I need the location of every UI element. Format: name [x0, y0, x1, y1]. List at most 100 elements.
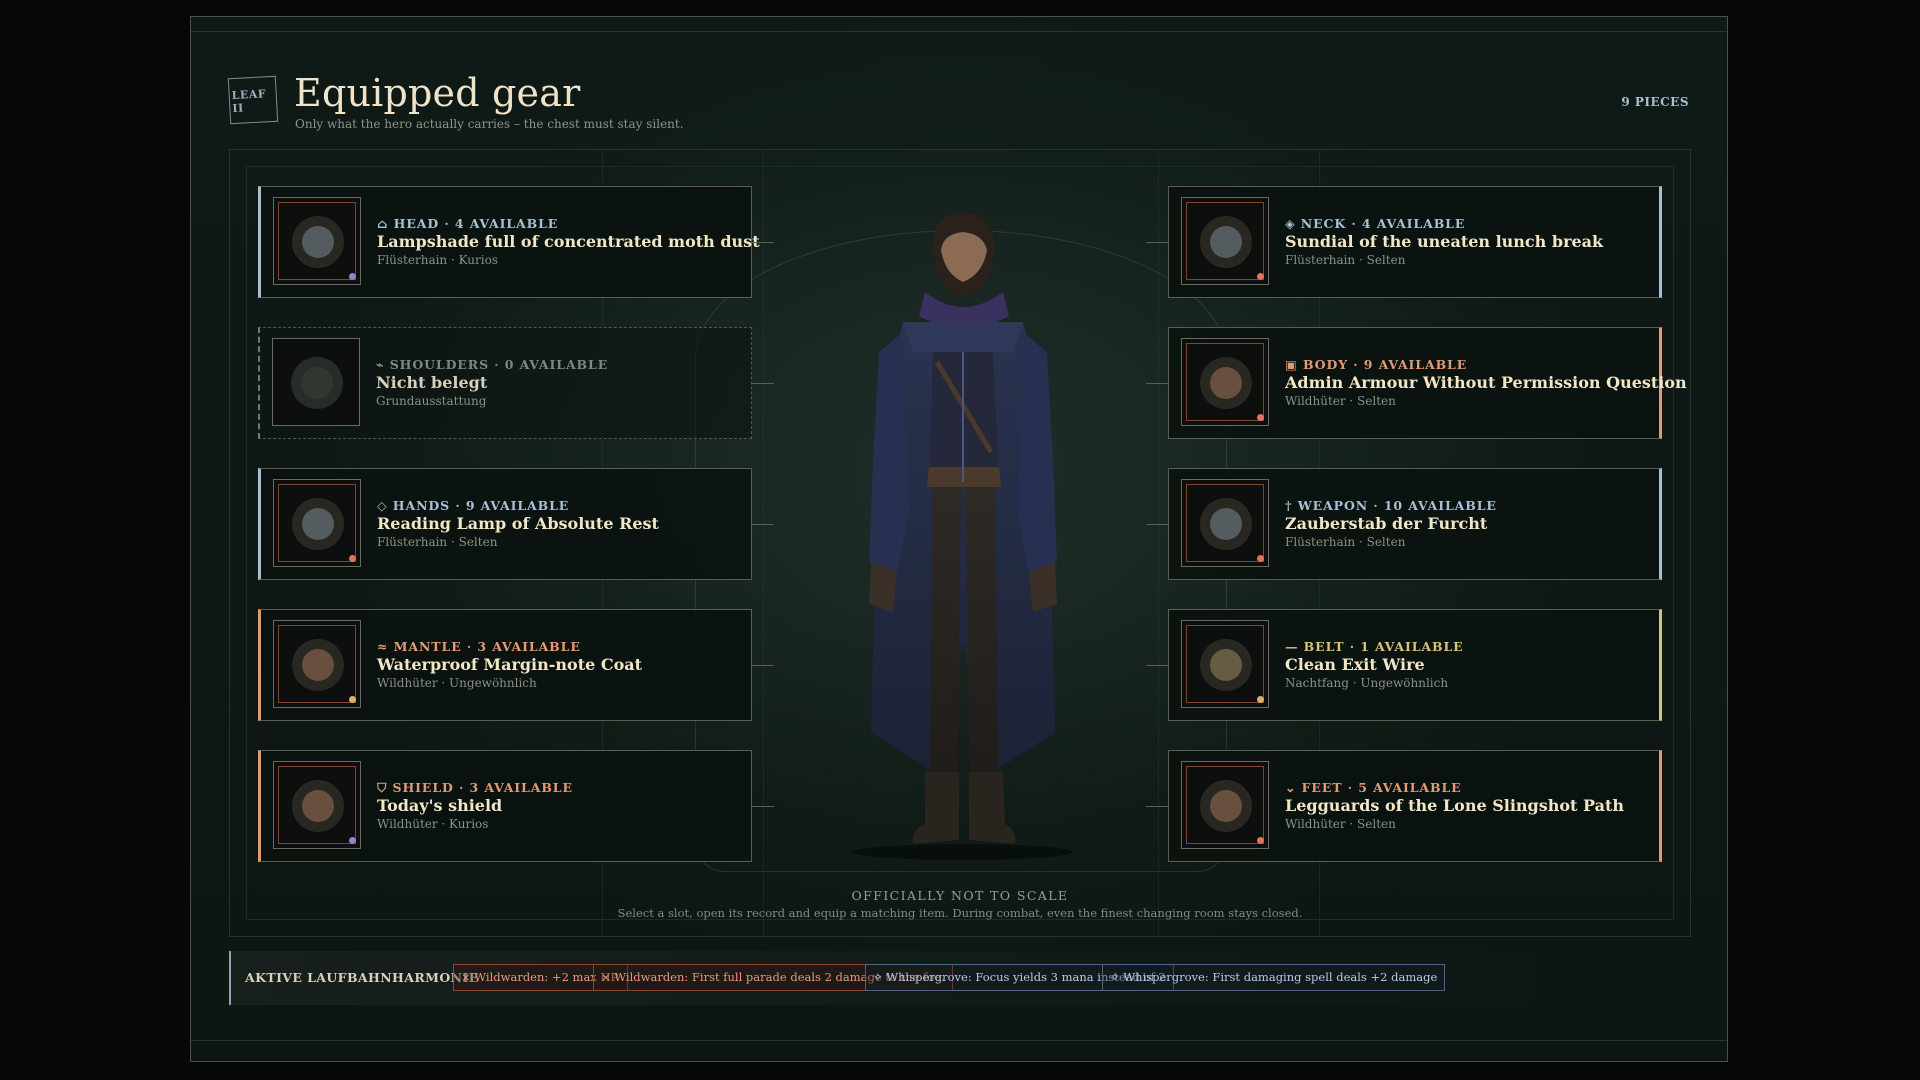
rarity-dot — [1257, 273, 1264, 280]
hero-figure — [833, 212, 1093, 862]
page-subtitle: Only what the hero actually carries – th… — [295, 117, 684, 131]
item-thumbnail — [1181, 197, 1269, 285]
slot-availability: MANTLE · 3 AVAILABLE — [393, 639, 581, 654]
stage-caption-text: Select a slot, open its record and equip… — [617, 906, 1303, 920]
slot-availability: HEAD · 4 AVAILABLE — [393, 216, 559, 231]
slot-type-icon: ≈ — [377, 639, 389, 654]
slot-connector — [752, 242, 774, 243]
weapon-item-icon — [1200, 498, 1252, 550]
item-meta: Wildhüter · Selten — [1285, 394, 1396, 408]
rarity-dot — [349, 837, 356, 844]
slot-availability: NECK · 4 AVAILABLE — [1300, 216, 1466, 231]
slot-connector — [1146, 524, 1168, 525]
slot-label: ≈ MANTLE · 3 AVAILABLE — [377, 639, 581, 654]
rarity-dot — [349, 273, 356, 280]
head-item-icon — [292, 216, 344, 268]
feet-item-icon — [1200, 780, 1252, 832]
harmony-label: AKTIVE LAUFBAHNHARMONIE — [245, 970, 479, 985]
rarity-dot — [1257, 837, 1264, 844]
slot-card-hands[interactable]: ◇ HANDS · 9 AVAILABLE Reading Lamp of Ab… — [258, 468, 752, 580]
slot-connector — [1146, 383, 1168, 384]
item-name: Waterproof Margin-note Coat — [377, 655, 643, 674]
slot-type-icon: — — [1285, 639, 1299, 654]
item-name: Reading Lamp of Absolute Rest — [377, 514, 659, 533]
shield-item-icon — [292, 780, 344, 832]
slot-availability: BELT · 1 AVAILABLE — [1303, 639, 1464, 654]
slot-label: ◈ NECK · 4 AVAILABLE — [1285, 216, 1465, 231]
hero-silhouette-icon — [853, 212, 1073, 860]
slot-label: ⌁ SHOULDERS · 0 AVAILABLE — [376, 357, 608, 372]
item-thumbnail — [1181, 761, 1269, 849]
item-meta: Flüsterhain · Kurios — [377, 253, 498, 267]
shoulders-item-icon — [291, 357, 343, 409]
slot-connector — [1146, 806, 1168, 807]
slot-type-icon: ⌂ — [377, 216, 389, 231]
slot-availability: FEET · 5 AVAILABLE — [1301, 780, 1462, 795]
slot-type-icon: ⌁ — [376, 357, 385, 372]
neck-item-icon — [1200, 216, 1252, 268]
slot-card-shoulders[interactable]: ⌁ SHOULDERS · 0 AVAILABLE Nicht belegt G… — [258, 327, 752, 439]
slot-connector — [1146, 665, 1168, 666]
slot-card-head[interactable]: ⌂ HEAD · 4 AVAILABLE Lampshade full of c… — [258, 186, 760, 298]
rarity-dot — [1257, 414, 1264, 421]
slot-type-icon: ▣ — [1285, 357, 1298, 372]
slot-type-icon: ◇ — [377, 498, 388, 513]
slot-connector — [752, 524, 774, 525]
item-name: Zauberstab der Furcht — [1285, 514, 1488, 533]
frame-line-bottom — [191, 1040, 1727, 1041]
item-meta: Flüsterhain · Selten — [1285, 253, 1406, 267]
leaf-badge: LEAF II — [227, 75, 279, 125]
slot-type-icon: ⌄ — [1285, 780, 1297, 795]
slot-card-neck[interactable]: ◈ NECK · 4 AVAILABLE Sundial of the unea… — [1168, 186, 1662, 298]
item-thumbnail — [272, 338, 360, 426]
rarity-dot — [1257, 696, 1264, 703]
mantle-item-icon — [292, 639, 344, 691]
slot-availability: WEAPON · 10 AVAILABLE — [1297, 498, 1497, 513]
item-meta: Grundausstattung — [376, 394, 487, 408]
career-harmony-bar: AKTIVE LAUFBAHNHARMONIE × Wildwarden: +2… — [229, 951, 1691, 1005]
slot-card-body[interactable]: ▣ BODY · 9 AVAILABLE Admin Armour Withou… — [1168, 327, 1687, 439]
frame-line-top — [191, 31, 1727, 32]
item-name: Today's shield — [377, 796, 503, 815]
stage-caption-title: OFFICIALLY NOT TO SCALE — [851, 888, 1069, 903]
page-title: Equipped gear — [294, 71, 581, 115]
slot-label: ⌄ FEET · 5 AVAILABLE — [1285, 780, 1462, 795]
equipment-stage: ⌂ HEAD · 4 AVAILABLE Lampshade full of c… — [229, 149, 1691, 937]
item-meta: Flüsterhain · Selten — [377, 535, 498, 549]
slot-type-icon: ◈ — [1285, 216, 1296, 231]
gear-panel: LEAF II Equipped gear Only what the hero… — [190, 16, 1728, 1062]
hands-item-icon — [292, 498, 344, 550]
pieces-count: 9 PIECES — [1621, 95, 1689, 109]
item-thumbnail — [1181, 620, 1269, 708]
body-item-icon — [1200, 357, 1252, 409]
item-thumbnail — [273, 620, 361, 708]
item-meta: Flüsterhain · Selten — [1285, 535, 1406, 549]
slot-card-shield[interactable]: ⛉ SHIELD · 3 AVAILABLE Today's shield Wi… — [258, 750, 752, 862]
item-thumbnail — [273, 479, 361, 567]
slot-card-mantle[interactable]: ≈ MANTLE · 3 AVAILABLE Waterproof Margin… — [258, 609, 752, 721]
slot-label: ⛉ SHIELD · 3 AVAILABLE — [377, 780, 573, 796]
item-meta: Wildhüter · Ungewöhnlich — [377, 676, 537, 690]
slot-availability: SHOULDERS · 0 AVAILABLE — [389, 357, 609, 372]
slot-card-weapon[interactable]: † WEAPON · 10 AVAILABLE Zauberstab der F… — [1168, 468, 1662, 580]
slot-availability: SHIELD · 3 AVAILABLE — [392, 780, 573, 795]
item-name: Admin Armour Without Permission Question — [1285, 373, 1687, 392]
item-name: Clean Exit Wire — [1285, 655, 1425, 674]
slot-label: † WEAPON · 10 AVAILABLE — [1285, 498, 1497, 513]
item-meta: Wildhüter · Selten — [1285, 817, 1396, 831]
harmony-chip[interactable]: ✧ Whispergrove: First damaging spell dea… — [1102, 964, 1446, 991]
item-meta: Nachtfang · Ungewöhnlich — [1285, 676, 1449, 690]
slot-connector — [752, 665, 774, 666]
slot-card-belt[interactable]: — BELT · 1 AVAILABLE Clean Exit Wire Nac… — [1168, 609, 1662, 721]
slot-card-feet[interactable]: ⌄ FEET · 5 AVAILABLE Legguards of the Lo… — [1168, 750, 1662, 862]
slot-label: ⌂ HEAD · 4 AVAILABLE — [377, 216, 558, 231]
item-name: Sundial of the uneaten lunch break — [1285, 232, 1604, 251]
item-thumbnail — [273, 197, 361, 285]
item-thumbnail — [1181, 338, 1269, 426]
slot-availability: HANDS · 9 AVAILABLE — [392, 498, 570, 513]
rarity-dot — [349, 555, 356, 562]
item-thumbnail — [273, 761, 361, 849]
slot-type-icon: † — [1285, 498, 1293, 513]
slot-label: — BELT · 1 AVAILABLE — [1285, 639, 1464, 654]
slot-connector — [752, 806, 774, 807]
